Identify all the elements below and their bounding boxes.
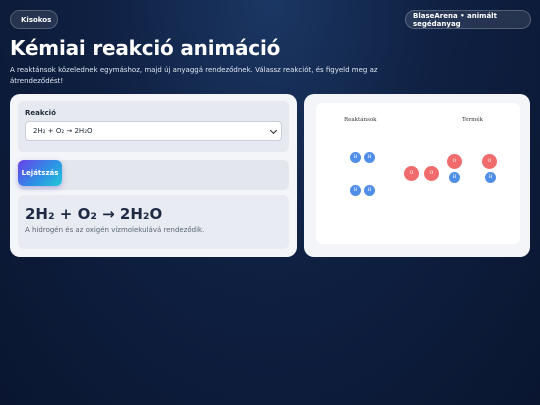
reaction-label: Reakció bbox=[25, 109, 56, 117]
brand-badge[interactable]: Kisokos bbox=[10, 10, 58, 29]
equation-formula: 2H₂ + O₂ → 2H₂O bbox=[25, 205, 163, 223]
oxygen-atom: O bbox=[404, 166, 419, 181]
oxygen-atom: O bbox=[424, 166, 439, 181]
oxygen-atom: O bbox=[447, 154, 462, 169]
animation-stage: Reaktánsok Termék H H H H O O O H O H bbox=[316, 103, 520, 244]
play-area: Lejátszás bbox=[18, 160, 289, 190]
hydrogen-atom: H bbox=[449, 172, 460, 183]
controls-card: Reakció 2H₂ + O₂ → 2H₂O Lejátszás 2H₂ + … bbox=[10, 94, 297, 257]
page-lead: A reaktánsok közelednek egymáshoz, majd … bbox=[10, 66, 378, 85]
hydrogen-atom: H bbox=[350, 185, 361, 196]
oxygen-atom: O bbox=[482, 154, 497, 169]
equation-description: A hidrogén és az oxigén vízmolekulává re… bbox=[25, 226, 205, 234]
hydrogen-atom: H bbox=[364, 185, 375, 196]
hydrogen-atom: H bbox=[364, 152, 375, 163]
equation-box: 2H₂ + O₂ → 2H₂O A hidrogén és az oxigén … bbox=[18, 195, 289, 249]
reaction-select[interactable]: 2H₂ + O₂ → 2H₂O bbox=[25, 121, 282, 141]
chevron-down-icon bbox=[269, 126, 278, 135]
brand-name: Kisokos bbox=[21, 15, 52, 24]
arena-badge[interactable]: BlaseArena • animált segédanyag bbox=[405, 10, 531, 29]
hydrogen-atom: H bbox=[350, 152, 361, 163]
hydrogen-atom: H bbox=[485, 172, 496, 183]
reaction-select-value: 2H₂ + O₂ → 2H₂O bbox=[33, 127, 93, 135]
page-title: Kémiai reakció animáció bbox=[10, 36, 281, 60]
animation-card: Reaktánsok Termék H H H H O O O H O H bbox=[304, 94, 530, 257]
reaction-field: Reakció 2H₂ + O₂ → 2H₂O bbox=[18, 101, 289, 152]
play-button[interactable]: Lejátszás bbox=[18, 160, 62, 186]
reactants-title: Reaktánsok bbox=[344, 117, 377, 123]
products-title: Termék bbox=[462, 117, 483, 123]
